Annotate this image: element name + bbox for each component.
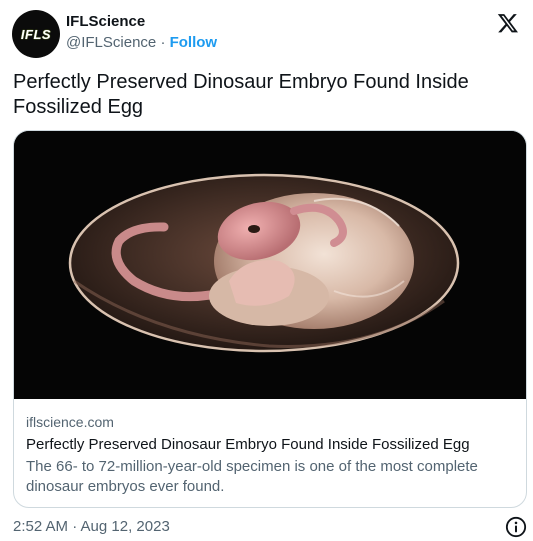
dinosaur-embryo-illustration — [14, 131, 526, 399]
tweet-timestamp[interactable]: 2:52 AM · Aug 12, 2023 — [13, 518, 170, 535]
info-icon[interactable] — [505, 516, 527, 538]
author-handle[interactable]: @IFLScience — [66, 34, 156, 51]
follow-button[interactable]: Follow — [170, 34, 218, 51]
author-display-name[interactable]: IFLScience — [66, 12, 217, 32]
card-description: The 66- to 72-million-year-old specimen … — [26, 458, 478, 495]
avatar-logo-text: IFLS — [20, 26, 52, 42]
link-card[interactable]: iflscience.com Perfectly Preserved Dinos… — [13, 130, 527, 508]
author-handle-line: @IFLScience · Follow — [66, 33, 217, 53]
tweet-footer: 2:52 AM · Aug 12, 2023 — [13, 516, 527, 538]
card-image[interactable] — [14, 131, 526, 399]
card-title: Perfectly Preserved Dinosaur Embryo Foun… — [26, 436, 470, 453]
card-domain: iflscience.com — [26, 414, 114, 430]
avatar[interactable]: IFLS — [12, 10, 60, 58]
handle-separator: · — [160, 34, 166, 51]
tweet-header: IFLS IFLScience @IFLScience · Follow — [0, 0, 533, 70]
x-logo-icon[interactable] — [497, 12, 519, 34]
tweet-text: Perfectly Preserved Dinosaur Embryo Foun… — [13, 71, 469, 118]
card-body: iflscience.com Perfectly Preserved Dinos… — [26, 413, 514, 497]
author-block: IFLScience @IFLScience · Follow — [66, 12, 217, 53]
